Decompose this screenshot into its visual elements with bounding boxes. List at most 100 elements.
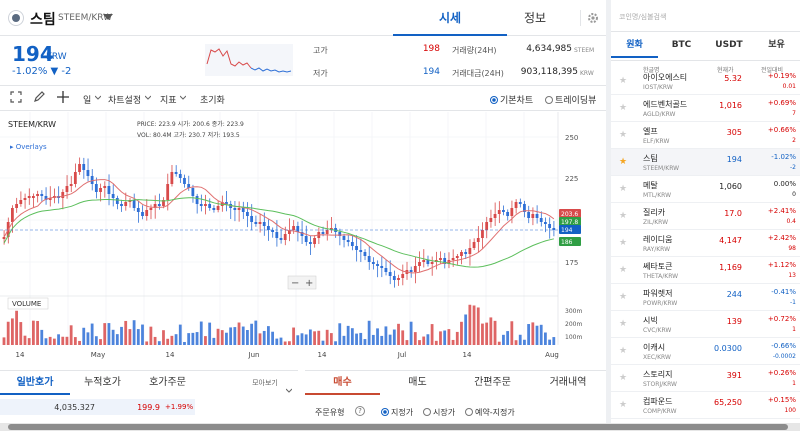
volume-bar <box>157 341 161 345</box>
volume-bar <box>409 321 413 345</box>
tab-btc[interactable]: BTC <box>658 32 705 58</box>
star-icon[interactable]: ★ <box>619 346 627 356</box>
indicator-button[interactable]: 지표 <box>160 93 177 106</box>
chart-canvas[interactable]: STEEM/KRW ▸ Overlays PRICE: 223.9 시가: 20… <box>0 112 606 362</box>
tab-buy[interactable]: 매수 <box>305 371 380 395</box>
x-tick-label: May <box>91 351 105 359</box>
volume-bar <box>174 334 178 345</box>
volume-bar <box>439 331 442 345</box>
star-icon[interactable]: ★ <box>619 373 627 383</box>
candlestick-chart[interactable]: STEEM/KRW ▸ Overlays PRICE: 223.9 시가: 20… <box>0 112 606 362</box>
tab-simple-order[interactable]: 간편주문 <box>455 371 530 395</box>
volume-bar <box>334 341 337 345</box>
volume-bar <box>392 329 396 345</box>
market-row[interactable]: ★ 쎄타토큰 THETA/KRW 1,169 +1.12% 13 <box>611 257 800 284</box>
volume-bar <box>502 334 505 345</box>
market-row[interactable]: ★ 스토리지 STORJ/KRW 391 +0.26% 1 <box>611 365 800 392</box>
candle <box>86 170 90 176</box>
candle <box>246 212 249 216</box>
help-icon[interactable]: ? <box>355 406 365 416</box>
candle <box>321 232 325 234</box>
tab-krw[interactable]: 원화 <box>611 32 658 58</box>
star-icon[interactable]: ★ <box>619 157 627 167</box>
star-icon[interactable]: ★ <box>619 184 627 194</box>
tab-trade-history[interactable]: 거래내역 <box>530 371 606 395</box>
market-row[interactable]: ★ 질리카 ZIL/KRW 17.0 +2.41% 0.4 <box>611 203 800 230</box>
market-row[interactable]: ★ 엘프 ELF/KRW 305 +0.66% 2 <box>611 122 800 149</box>
tab-order-by-book[interactable]: 호가주문 <box>135 371 200 395</box>
tab-cumulative[interactable]: 누적호가 <box>70 371 135 395</box>
search-input[interactable]: 코인명/심볼검색 <box>619 12 666 22</box>
star-icon[interactable]: ★ <box>619 265 627 275</box>
star-icon[interactable]: ★ <box>619 76 627 86</box>
price-tag: 197.8 <box>559 217 581 226</box>
zoom-out-button[interactable]: − <box>291 278 299 289</box>
volume-tick-label: 100m <box>565 334 582 341</box>
star-icon[interactable]: ★ <box>619 400 627 410</box>
market-change-pct: +0.15% <box>767 396 796 404</box>
pencil-icon[interactable] <box>33 91 45 106</box>
star-icon[interactable]: ★ <box>619 238 627 248</box>
market-name: 스팀 <box>643 154 658 163</box>
market-name: 메탈 <box>643 181 658 190</box>
gear-icon[interactable] <box>580 10 598 26</box>
reset-button[interactable]: 초기화 <box>200 93 225 106</box>
settings-chevron-down-icon[interactable] <box>144 94 152 104</box>
group-select[interactable]: 모아보기 <box>245 371 285 395</box>
volume-bar <box>246 330 249 345</box>
star-icon[interactable]: ★ <box>619 130 627 140</box>
indicator-chevron-down-icon[interactable] <box>179 94 187 104</box>
volume-bar <box>283 341 287 345</box>
market-row[interactable]: ★ 이캐시 XEC/KRW 0.0300 -0.66% -0.0002 <box>611 338 800 365</box>
group-chevron-down-icon[interactable] <box>285 379 293 398</box>
market-row[interactable]: ★ 메탈 MTL/KRW 1,060 0.00% 0 <box>611 176 800 203</box>
volume-bar <box>99 339 102 345</box>
reserve-radio[interactable]: 예약-지정가 <box>465 407 515 418</box>
x-tick-label: 14 <box>166 351 175 359</box>
orderbook-row[interactable]: 4,035.327 199.9 +1.99% <box>0 399 298 415</box>
market-row[interactable]: ★ 파워렛저 POWR/KRW 244 -0.41% -1 <box>611 284 800 311</box>
star-icon[interactable]: ★ <box>619 319 627 329</box>
market-row[interactable]: ★ 시빅 CVC/KRW 139 +0.72% 1 <box>611 311 800 338</box>
period-select[interactable]: 일 <box>83 93 91 106</box>
limit-radio[interactable]: 지정가 <box>381 407 413 418</box>
star-icon[interactable]: ★ <box>619 211 627 221</box>
fullscreen-icon[interactable] <box>10 91 22 106</box>
market-pair: CVC/KRW <box>643 327 672 334</box>
ohlc-open-label: 시가: <box>178 120 191 128</box>
chart-settings-button[interactable]: 차트설정 <box>108 93 141 106</box>
basic-chart-radio[interactable]: 기본차트 <box>490 93 533 106</box>
star-icon[interactable]: ★ <box>619 103 627 113</box>
coin-select-chevron-down-icon[interactable] <box>103 14 113 20</box>
basic-chart-label: 기본차트 <box>500 96 534 106</box>
market-row[interactable]: ★ 스팀 STEEM/KRW 194 -1.02% -2 <box>611 149 800 176</box>
candle <box>132 200 136 208</box>
crosshair-icon[interactable] <box>56 90 70 107</box>
volume-bar <box>267 326 270 345</box>
scrollbar-thumb[interactable] <box>8 424 788 430</box>
market-row[interactable]: ★ 에드벤처골드 AGLD/KRW 1,016 +0.69% 7 <box>611 95 800 122</box>
candle <box>283 234 287 240</box>
market-price: 1,016 <box>719 101 742 110</box>
tab-holdings[interactable]: 보유 <box>753 32 800 58</box>
zoom-in-button[interactable]: + <box>305 278 313 289</box>
tab-orderbook[interactable]: 일반호가 <box>0 371 70 395</box>
market-row[interactable]: ★ 컴파운드 COMP/KRW 65,250 +0.15% 100 <box>611 392 800 419</box>
market-radio[interactable]: 시장가 <box>423 407 455 418</box>
market-row[interactable]: ★ 레이디움 RAY/KRW 4,147 +2.42% 98 <box>611 230 800 257</box>
volume-unit: STEEM <box>574 47 595 54</box>
low-label: 저가 <box>313 69 328 78</box>
market-change-pct: +2.42% <box>767 234 796 242</box>
market-row[interactable]: ★ 아이오에스티 IOST/KRW 5.32 +0.19% 0.01 <box>611 68 800 95</box>
star-icon[interactable]: ★ <box>619 292 627 302</box>
tradingview-radio[interactable]: 트레이딩뷰 <box>545 93 596 106</box>
horizontal-scrollbar[interactable] <box>0 423 800 431</box>
overlays-toggle[interactable]: ▸ Overlays <box>10 143 47 151</box>
tab-info[interactable]: 정보 <box>478 0 592 36</box>
tab-sell[interactable]: 매도 <box>380 371 455 395</box>
period-chevron-down-icon[interactable] <box>94 94 102 104</box>
tab-usdt[interactable]: USDT <box>705 32 753 58</box>
candle <box>237 208 241 210</box>
volume-bar <box>128 329 132 345</box>
coin-search[interactable]: 코인명/심볼검색 <box>611 0 800 32</box>
